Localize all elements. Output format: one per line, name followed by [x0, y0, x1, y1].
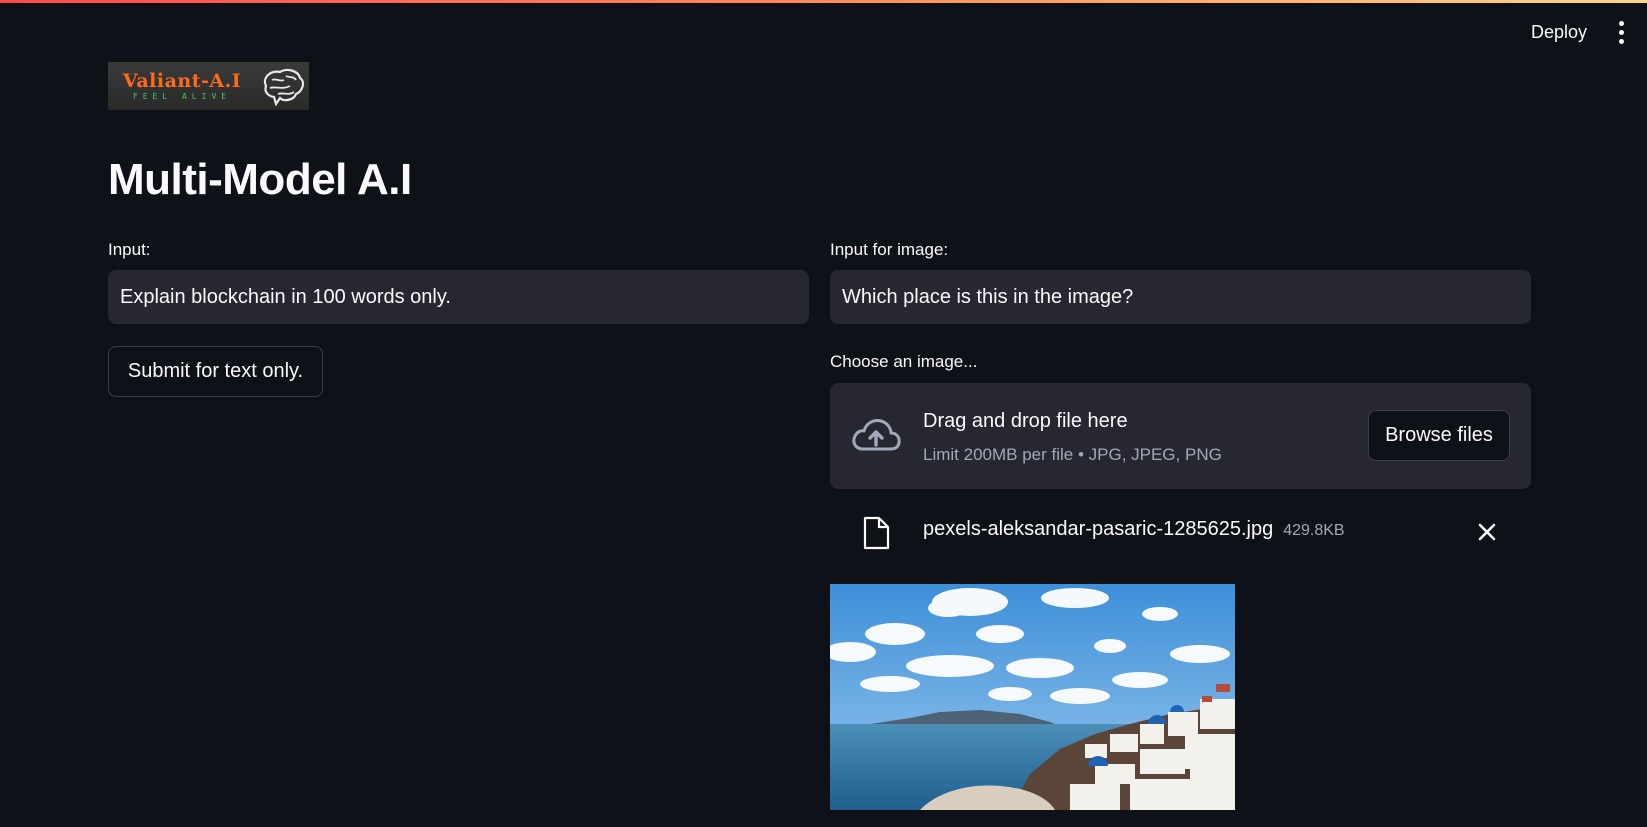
- logo: Valiant-A.I FEEL ALIVE: [108, 62, 309, 110]
- top-accent-bar: [0, 0, 1647, 3]
- file-icon: [863, 516, 890, 550]
- close-icon[interactable]: [1475, 520, 1499, 544]
- browse-files-button[interactable]: Browse files: [1368, 410, 1510, 461]
- submit-text-button[interactable]: Submit for text only.: [108, 346, 323, 397]
- logo-name: Valiant-A.I: [122, 69, 242, 92]
- input-label: Input:: [108, 240, 151, 259]
- image-input-label: Input for image:: [830, 240, 949, 259]
- page-title: Multi-Model A.I: [108, 155, 412, 204]
- cloud-upload-icon: [852, 419, 901, 451]
- brain-icon: [263, 68, 305, 106]
- uploader-label: Choose an image...: [830, 352, 978, 371]
- dropzone-limit: Limit 200MB per file • JPG, JPEG, PNG: [923, 445, 1222, 464]
- santorini-photo: [830, 584, 1235, 810]
- uploaded-file-row: pexels-aleksandar-pasaric-1285625.jpg 429…: [830, 510, 1531, 554]
- image-prompt-input[interactable]: [830, 270, 1531, 324]
- vertical-ellipsis-icon[interactable]: [1615, 21, 1627, 45]
- file-dropzone[interactable]: Drag and drop file here Limit 200MB per …: [830, 383, 1531, 489]
- uploaded-file-name: pexels-aleksandar-pasaric-1285625.jpg: [923, 518, 1274, 540]
- logo-tagline: FEEL ALIVE: [132, 91, 232, 101]
- uploaded-image-preview: [830, 584, 1235, 810]
- deploy-button[interactable]: Deploy: [1525, 18, 1593, 47]
- uploaded-file-size: 429.8KB: [1283, 522, 1345, 539]
- text-prompt-input[interactable]: [108, 270, 809, 324]
- header-toolbar: Deploy: [1525, 18, 1627, 47]
- dropzone-title: Drag and drop file here: [923, 410, 1128, 432]
